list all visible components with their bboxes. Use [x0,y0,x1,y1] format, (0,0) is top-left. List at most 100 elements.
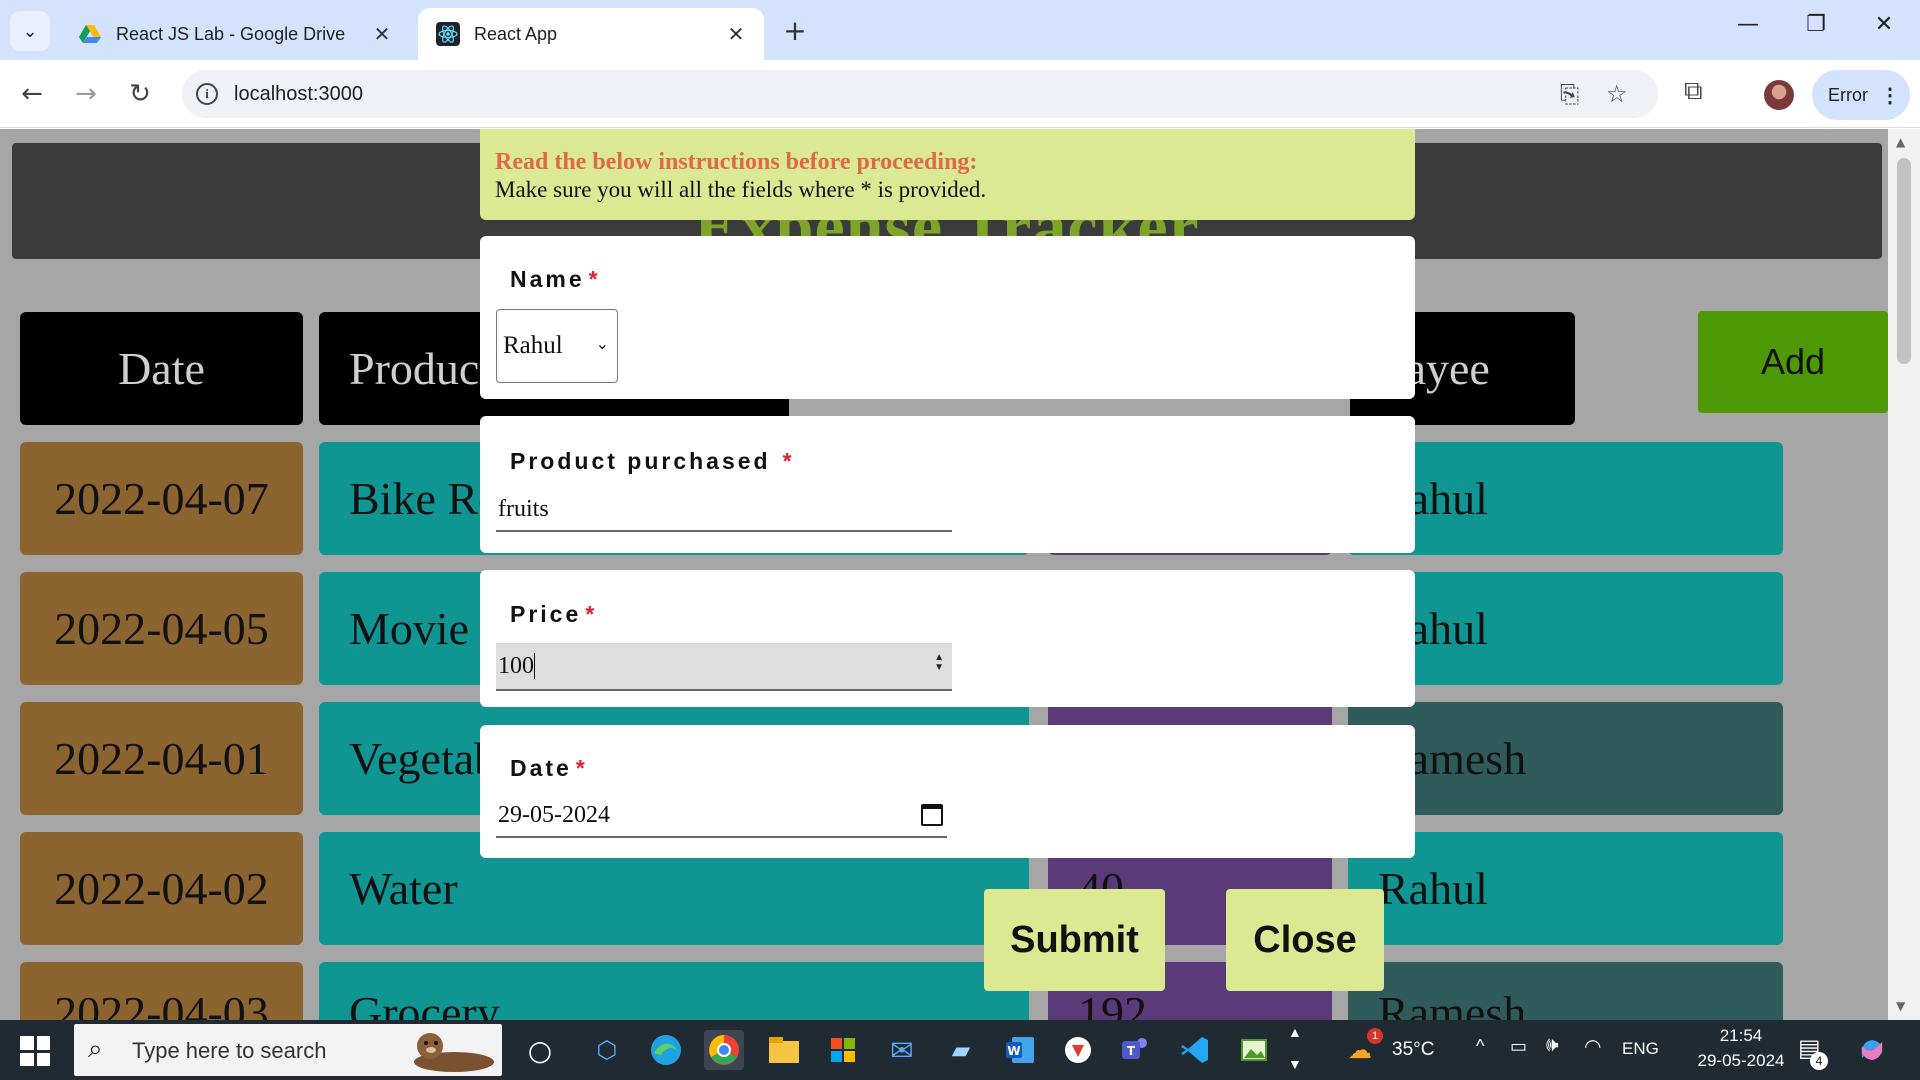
error-label: Error [1828,84,1868,105]
vpn-shield-icon[interactable] [1058,1030,1098,1070]
product-field-card: Product purchased * fruits [480,416,1415,553]
date-input[interactable]: 29-05-2024 [496,794,947,838]
restore-button[interactable]: ❐ [1786,12,1846,48]
product-input-value: fruits [498,495,549,522]
extensions-icon[interactable]: ⧉ [1684,76,1703,107]
windows-taskbar: ⌕ Type here to search ○ ⬡ ✉ ▰ W T ▲ ▼ ☁ … [0,1020,1920,1080]
price-field-card: Price * 100 ▲ ▼ [480,570,1415,707]
table-row-date: 2022-04-03 [20,962,303,1020]
date-field-card: Date * 29-05-2024 [480,725,1415,858]
url-text[interactable]: localhost:3000 [234,83,363,106]
submit-button[interactable]: Submit [984,889,1165,991]
omnibox[interactable]: i localhost:3000 ⎘ ☆ [182,70,1658,118]
tab-label: React JS Lab - Google Drive [116,23,346,44]
tray-chevron-up-icon[interactable]: ^ [1476,1036,1484,1057]
scroll-thumb[interactable] [1897,158,1911,364]
tray-scroll-up-icon[interactable]: ▲ [1288,1024,1302,1040]
tray-scroll-down-icon[interactable]: ▼ [1288,1056,1302,1072]
notice-text: Make sure you will all the fields where … [495,177,987,202]
tab-search-button[interactable]: ⌄ [10,11,50,51]
back-arrow-icon[interactable]: ← [14,76,50,112]
weather-badge: 1 [1367,1028,1383,1044]
name-field-card: Name * Rahul ⌄ [480,236,1415,399]
browser-tab-bar: ⌄ React JS Lab - Google Drive ✕ React Ap… [0,0,1920,60]
otter-illustration-icon [414,1033,494,1072]
table-row-date: 2022-04-07 [20,442,303,555]
price-input[interactable]: 100 ▲ ▼ [496,643,952,691]
edge-browser-icon[interactable] [646,1030,686,1070]
table-row-date: 2022-04-01 [20,702,303,815]
tab-label: React App [474,23,558,44]
price-label: Price * [510,601,598,627]
number-spinner[interactable]: ▲ ▼ [934,653,944,673]
react-icon [436,22,460,46]
product-input[interactable]: fruits [496,488,952,532]
install-app-icon[interactable]: ⎘ [1560,80,1579,108]
copilot-icon[interactable] [1852,1030,1892,1070]
table-row-payee: Ramesh [1348,962,1783,1020]
table-row-date: 2022-04-02 [20,832,303,945]
bookmark-star-icon[interactable]: ☆ [1606,80,1628,108]
name-label: Name * [510,266,601,292]
add-button[interactable]: Add [1698,311,1888,413]
svg-text:T: T [1127,1044,1136,1058]
mail-icon[interactable]: ✉ [882,1030,922,1070]
page-scrollbar[interactable]: ▲ ▼ [1888,129,1920,1020]
windows-start-icon[interactable] [20,1036,50,1066]
minimize-button[interactable]: — [1718,12,1778,48]
site-info-icon[interactable]: i [196,83,218,105]
new-tab-button[interactable]: + [780,14,810,47]
scroll-down-icon[interactable]: ▼ [1896,999,1905,1013]
profile-avatar[interactable] [1764,80,1794,110]
table-row-product: Grocery [319,962,1029,1020]
text-cursor [534,653,535,679]
date-label: Date * [510,755,588,781]
image-viewer-icon[interactable] [1234,1030,1274,1070]
wifi-icon[interactable]: ◠ [1584,1034,1601,1059]
svg-text:W: W [1007,1044,1020,1058]
price-input-value: 100 [498,652,534,679]
language-indicator[interactable]: ENG [1622,1039,1659,1059]
name-select[interactable]: Rahul ⌄ [496,309,618,383]
scroll-up-icon[interactable]: ▲ [1896,135,1905,149]
chrome-browser-icon[interactable] [704,1030,744,1070]
name-select-value: Rahul [503,332,563,359]
cortana-icon[interactable]: ○ [520,1030,560,1070]
tab-react-app[interactable]: React App ✕ [418,8,764,60]
google-drive-icon [79,25,101,43]
address-bar: ← → ↻ i localhost:3000 ⎘ ☆ [0,60,1920,128]
chevron-down-icon: ⌄ [22,20,38,42]
virtualbox-icon[interactable]: ⬡ [587,1030,627,1070]
table-row-date: 2022-04-05 [20,572,303,685]
date-input-value: 29-05-2024 [498,801,610,828]
chevron-down-icon: ⌄ [595,336,609,353]
teams-icon[interactable]: T [1116,1030,1156,1070]
weather-temp[interactable]: 35°C [1392,1039,1434,1061]
forward-arrow-icon[interactable]: → [68,76,104,112]
clock-date[interactable]: 29-05-2024 [1671,1051,1811,1071]
error-menu-button[interactable]: Error ⋮ [1812,70,1910,120]
clock-time[interactable]: 21:54 [1701,1026,1781,1046]
tab-google-drive[interactable]: React JS Lab - Google Drive ✕ [60,8,410,60]
window-close-button[interactable]: ✕ [1854,12,1914,48]
notice-title: Read the below instructions before proce… [495,149,978,175]
close-icon[interactable]: ✕ [370,22,394,47]
volume-icon[interactable]: 🕪 [1546,1034,1559,1057]
kebab-menu-icon: ⋮ [1880,84,1900,107]
word-icon[interactable]: W [1000,1030,1040,1070]
reload-icon[interactable]: ↻ [122,76,158,112]
calendar-icon[interactable] [921,804,943,826]
notification-count-badge: 4 [1810,1052,1828,1070]
search-placeholder: Type here to search [132,1038,327,1063]
notepad-icon[interactable]: ▰ [941,1030,981,1070]
search-icon: ⌕ [88,1034,103,1064]
close-icon[interactable]: ✕ [724,22,748,47]
battery-icon[interactable]: ▭ [1510,1036,1527,1057]
file-explorer-icon[interactable] [764,1030,804,1070]
header-date: Date [20,312,303,425]
close-button[interactable]: Close [1226,889,1384,991]
instructions-notice: Read the below instructions before proce… [480,129,1415,220]
taskbar-search[interactable]: ⌕ Type here to search [74,1024,502,1076]
microsoft-store-icon[interactable] [823,1030,863,1070]
vscode-icon[interactable] [1175,1030,1215,1070]
